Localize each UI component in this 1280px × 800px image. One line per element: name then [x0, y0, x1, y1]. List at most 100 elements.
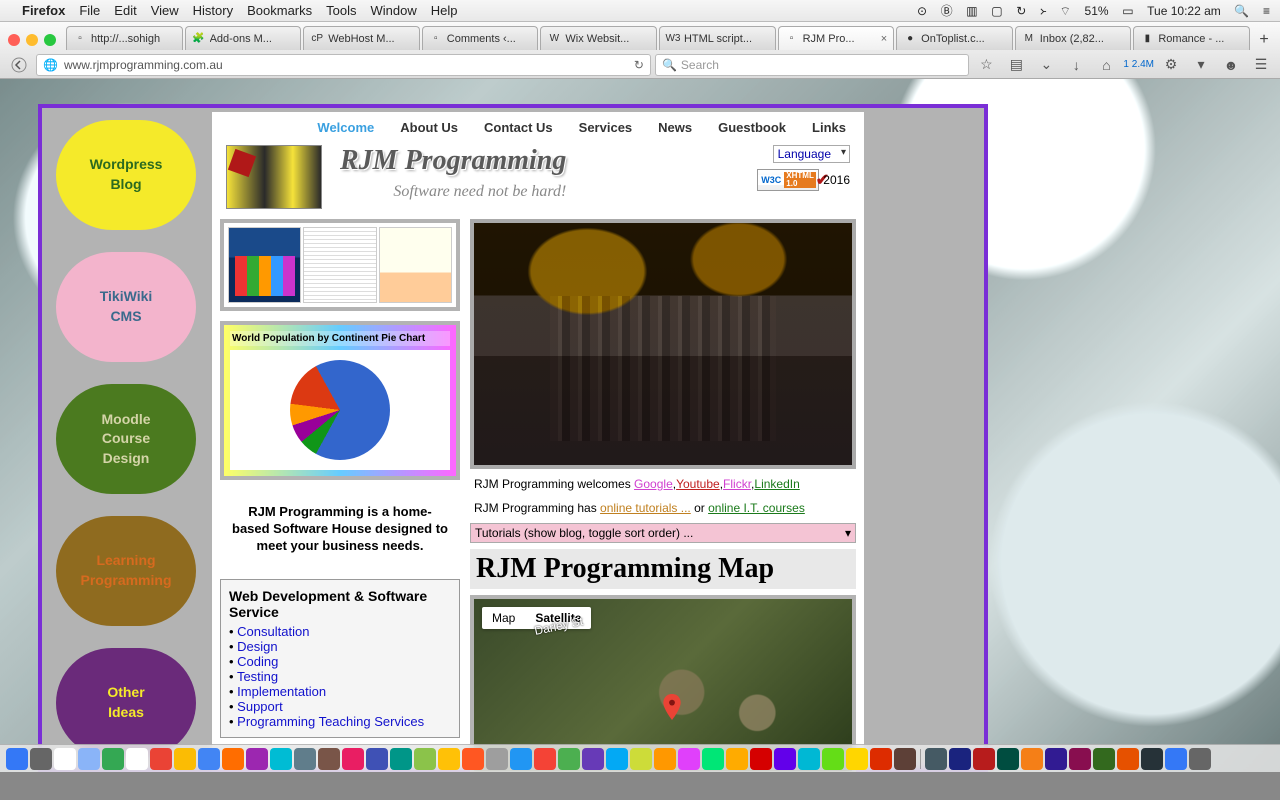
nav-links[interactable]: Links [812, 120, 846, 135]
dock-app-icon[interactable] [510, 748, 532, 770]
dock-app-icon[interactable] [798, 748, 820, 770]
status-icon[interactable]: Ⓑ [941, 4, 953, 18]
status-icon[interactable]: ▥ [966, 4, 977, 18]
wifi-icon[interactable]: ⌔ [1060, 4, 1071, 18]
browser-tab[interactable]: ▫Comments ‹... [422, 26, 539, 50]
dock-app-icon[interactable] [126, 748, 148, 770]
menu-help[interactable]: Help [431, 3, 458, 18]
dock-app-icon[interactable] [558, 748, 580, 770]
menu-view[interactable]: View [151, 3, 179, 18]
dock-app-icon[interactable] [1093, 748, 1115, 770]
dock-app-icon[interactable] [102, 748, 124, 770]
dock-app-icon[interactable] [846, 748, 868, 770]
dock-app-icon[interactable] [997, 748, 1019, 770]
dock-app-icon[interactable] [294, 748, 316, 770]
map-marker-icon[interactable] [663, 694, 681, 720]
screenshot-thumbnails[interactable] [220, 219, 460, 311]
dock-app-icon[interactable] [318, 748, 340, 770]
menu-bookmarks[interactable]: Bookmarks [247, 3, 312, 18]
service-link[interactable]: Coding [237, 654, 278, 669]
bluetooth-icon[interactable]: ᚛ [1040, 4, 1046, 18]
dock-app-icon[interactable] [1069, 748, 1091, 770]
dock-app-icon[interactable] [726, 748, 748, 770]
nav-guestbook[interactable]: Guestbook [718, 120, 786, 135]
dock-app-icon[interactable] [973, 748, 995, 770]
browser-tab[interactable]: W3HTML script... [659, 26, 776, 50]
dock-app-icon[interactable] [582, 748, 604, 770]
status-icon[interactable]: ⊙ [917, 4, 927, 18]
dock-app-icon[interactable] [390, 748, 412, 770]
dock-app-icon[interactable] [870, 748, 892, 770]
close-tab-icon[interactable]: × [881, 33, 887, 45]
dock-app-icon[interactable] [174, 748, 196, 770]
zoom-window-button[interactable] [44, 34, 56, 46]
menu-tools[interactable]: Tools [326, 3, 356, 18]
browser-tab[interactable]: 🧩Add-ons M... [185, 26, 302, 50]
bookmark-star-icon[interactable]: ☆ [973, 54, 999, 76]
service-link[interactable]: Design [237, 639, 277, 654]
service-link[interactable]: Testing [237, 669, 278, 684]
timemachine-icon[interactable]: ↻ [1016, 4, 1026, 18]
addon-badge[interactable]: 1 2.4M [1123, 54, 1154, 76]
dock-app-icon[interactable] [270, 748, 292, 770]
back-button[interactable] [6, 54, 32, 76]
dock-app-icon[interactable] [414, 748, 436, 770]
dock-app-icon[interactable] [462, 748, 484, 770]
nav-about-us[interactable]: About Us [400, 120, 458, 135]
bubble-wordpress-blog[interactable]: WordpressBlog [56, 120, 196, 230]
pie-chart-box[interactable]: World Population by Continent Pie Chart [220, 321, 460, 480]
service-link[interactable]: Consultation [237, 624, 309, 639]
dock-app-icon[interactable] [654, 748, 676, 770]
dock-app-icon[interactable] [30, 748, 52, 770]
dock-app-icon[interactable] [630, 748, 652, 770]
service-link[interactable]: Implementation [237, 684, 326, 699]
bubble-learning-programming[interactable]: LearningProgramming [56, 516, 196, 626]
url-bar[interactable]: 🌐 www.rjmprogramming.com.au ↻ [36, 54, 651, 76]
nav-welcome[interactable]: Welcome [317, 120, 374, 135]
browser-tab[interactable]: ▮Romance - ... [1133, 26, 1250, 50]
library-icon[interactable]: ▤ [1003, 54, 1029, 76]
airplay-icon[interactable]: ▢ [991, 4, 1002, 18]
link-online-tutorials[interactable]: online tutorials ... [600, 501, 691, 515]
dock-app-icon[interactable] [198, 748, 220, 770]
face-icon[interactable]: ☻ [1218, 54, 1244, 76]
bubble-other-ideas[interactable]: OtherIdeas [56, 648, 196, 758]
search-bar[interactable]: 🔍 Search [655, 54, 969, 76]
dock-app-icon[interactable] [1189, 748, 1211, 770]
battery-percent[interactable]: 51% [1085, 4, 1109, 18]
menu-window[interactable]: Window [371, 3, 417, 18]
dock-app-icon[interactable] [1021, 748, 1043, 770]
browser-tab[interactable]: ▫http://...sohigh [66, 26, 183, 50]
reload-icon[interactable]: ↻ [634, 58, 644, 72]
dock-app-icon[interactable] [1117, 748, 1139, 770]
link-flickr[interactable]: Flickr [723, 477, 751, 491]
dock-app-icon[interactable] [486, 748, 508, 770]
menu-file[interactable]: File [79, 3, 100, 18]
link-google[interactable]: Google [634, 477, 673, 491]
downloads-icon[interactable]: ↓ [1063, 54, 1089, 76]
dock-app-icon[interactable] [6, 748, 28, 770]
link-linkedin[interactable]: LinkedIn [754, 477, 799, 491]
language-select[interactable]: Language [773, 145, 850, 163]
dock-app-icon[interactable] [1165, 748, 1187, 770]
logo-image[interactable] [226, 145, 322, 209]
dock-app-icon[interactable] [366, 748, 388, 770]
battery-icon[interactable]: ▭ [1122, 4, 1133, 18]
link-online-courses[interactable]: online I.T. courses [708, 501, 805, 515]
menu-edit[interactable]: Edit [114, 3, 136, 18]
service-link[interactable]: Support [237, 699, 283, 714]
tutorials-select[interactable]: Tutorials (show blog, toggle sort order)… [470, 523, 856, 543]
w3c-xhtml-badge[interactable]: W3CXHTML 1.0✔ [757, 169, 819, 191]
addon-icon[interactable]: ▾ [1188, 54, 1214, 76]
dock-app-icon[interactable] [822, 748, 844, 770]
dock-app-icon[interactable] [1141, 748, 1163, 770]
addon-icon[interactable]: ⚙ [1158, 54, 1184, 76]
nav-services[interactable]: Services [579, 120, 633, 135]
dock-app-icon[interactable] [534, 748, 556, 770]
dock-app-icon[interactable] [925, 748, 947, 770]
thumbnail-3[interactable] [379, 227, 452, 303]
hamburger-menu-icon[interactable]: ☰ [1248, 54, 1274, 76]
dock-app-icon[interactable] [678, 748, 700, 770]
browser-tab[interactable]: ●OnToplist.c... [896, 26, 1013, 50]
dock-app-icon[interactable] [750, 748, 772, 770]
